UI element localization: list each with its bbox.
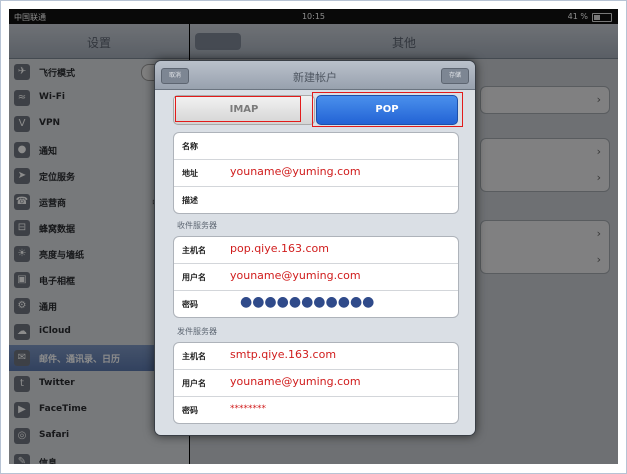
imap-highlight-box [175,96,301,122]
incoming-password-field[interactable]: ●●●●●●●●●●● [240,294,374,310]
address-label: 地址 [182,169,198,178]
address-row[interactable]: 地址 youname@yuming.com [174,160,458,187]
account-info-group: 名称 地址 youname@yuming.com 描述 [173,132,459,214]
incoming-user-label: 用户名 [182,273,206,282]
outgoing-password-field[interactable]: ******** [230,404,266,414]
pop-highlight-box [312,92,463,127]
outgoing-host-label: 主机名 [182,352,206,361]
new-account-dialog: 取消 新建帐户 存储 IMAP POP 名称 地址 youname@yuming… [154,60,476,436]
incoming-server-header: 收件服务器 [177,221,217,230]
outgoing-password-label: 密码 [182,406,198,415]
incoming-password-label: 密码 [182,300,198,309]
incoming-password-row[interactable]: 密码 ●●●●●●●●●●● [174,291,458,317]
outgoing-host-row[interactable]: 主机名 smtp.qiye.163.com [174,343,458,370]
outgoing-server-group: 主机名 smtp.qiye.163.com 用户名 youname@yuming… [173,342,459,424]
description-label: 描述 [182,196,198,205]
save-button[interactable]: 存储 [441,68,469,84]
incoming-user-row[interactable]: 用户名 youname@yuming.com [174,264,458,291]
outgoing-password-row[interactable]: 密码 ******** [174,397,458,423]
name-label: 名称 [182,142,198,151]
ipad-screen: 中国联通 10:15 41 % 设置 ✈飞行模式≈Wi-FiNVVPN●通知➤定… [9,9,618,464]
incoming-host-row[interactable]: 主机名 pop.qiye.163.com [174,237,458,264]
incoming-host-label: 主机名 [182,246,206,255]
dialog-body: IMAP POP 名称 地址 youname@yuming.com 描述 收件服… [155,90,475,435]
outgoing-user-label: 用户名 [182,379,206,388]
outgoing-user-row[interactable]: 用户名 youname@yuming.com [174,370,458,397]
name-row[interactable]: 名称 [174,133,458,160]
incoming-user-field[interactable]: youname@yuming.com [230,269,361,282]
incoming-host-field[interactable]: pop.qiye.163.com [230,242,329,255]
outgoing-user-field[interactable]: youname@yuming.com [230,375,361,388]
dialog-title: 新建帐户 [293,71,337,84]
screenshot-frame: 中国联通 10:15 41 % 设置 ✈飞行模式≈Wi-FiNVVPN●通知➤定… [0,0,627,474]
dialog-navbar: 取消 新建帐户 存储 [155,61,475,90]
address-field[interactable]: youname@yuming.com [230,165,361,178]
incoming-server-group: 主机名 pop.qiye.163.com 用户名 youname@yuming.… [173,236,459,318]
description-row[interactable]: 描述 [174,187,458,213]
outgoing-host-field[interactable]: smtp.qiye.163.com [230,348,336,361]
outgoing-server-header: 发件服务器 [177,327,217,336]
